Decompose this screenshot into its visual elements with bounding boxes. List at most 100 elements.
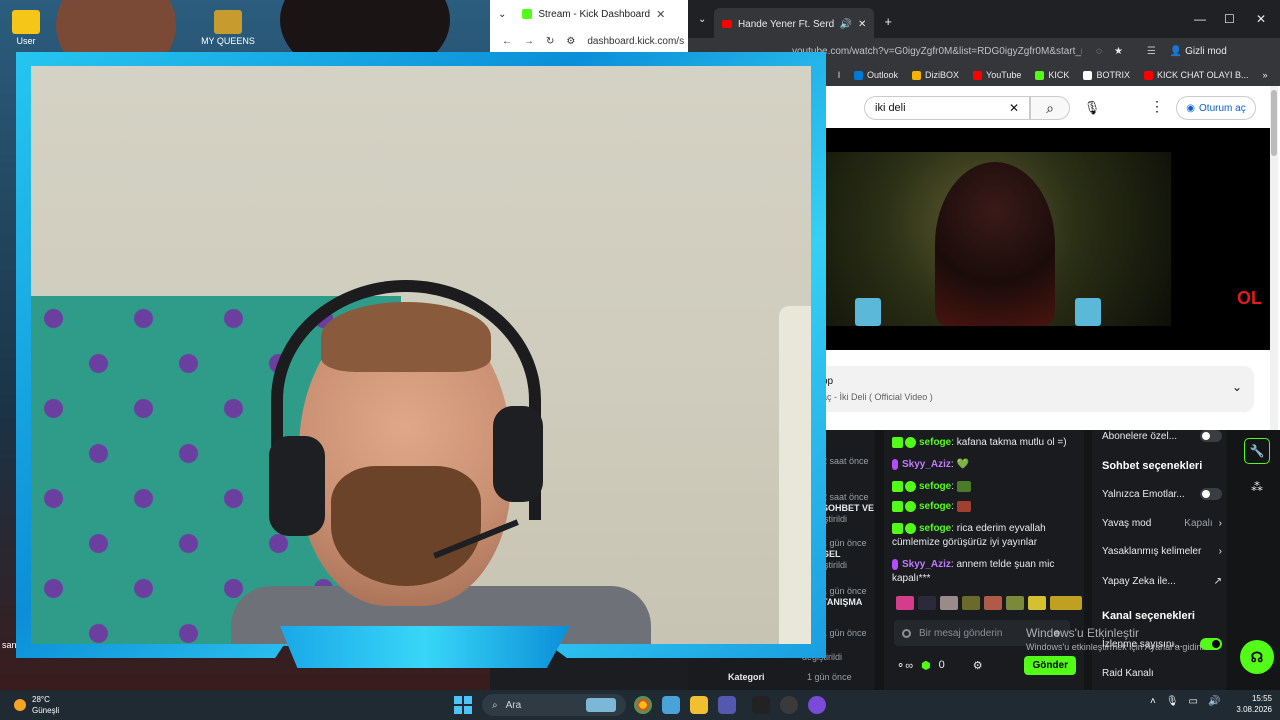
- emote-icon[interactable]: [940, 596, 958, 610]
- youtube-search-input[interactable]: iki deli ✕: [864, 96, 1030, 120]
- chat-username[interactable]: sefoge: [919, 523, 951, 534]
- tab-kick-dashboard[interactable]: Stream - Kick Dashboard ✕: [514, 0, 674, 28]
- chat-tools-icon[interactable]: ⚬∞: [896, 659, 913, 672]
- chat-username[interactable]: Skyy_Aziz: [902, 459, 951, 470]
- youtube-url[interactable]: youtube.com/watch?v=G0igyZgfr0M&list=RDG…: [792, 46, 1082, 57]
- taskbar-search[interactable]: ⌕ Ara: [482, 694, 626, 716]
- incognito-indicator[interactable]: 👤 Gizli mod: [1170, 46, 1227, 57]
- more-options-icon[interactable]: ⋮: [1150, 98, 1164, 115]
- video-prop: [855, 298, 881, 326]
- volume-icon[interactable]: 🔊: [1208, 696, 1220, 707]
- bookmark-item[interactable]: BOTRIX: [1083, 70, 1130, 80]
- chat-username[interactable]: Skyy_Aziz: [902, 559, 951, 570]
- new-tab-button[interactable]: +: [874, 0, 892, 29]
- chat-username[interactable]: sefoge: [919, 501, 951, 512]
- chat-placeholder: Bir mesaj gönderin: [919, 627, 1003, 639]
- banned-words-row[interactable]: Yasaklanmış kelimeler ›: [1102, 546, 1222, 557]
- clock-time: 15:55: [1251, 694, 1272, 703]
- video-frame: [825, 152, 1171, 326]
- support-chat-button[interactable]: ☊: [1240, 640, 1274, 674]
- emote-icon[interactable]: [962, 596, 980, 610]
- app-icon[interactable]: [808, 696, 826, 714]
- video-player[interactable]: OL: [825, 128, 1270, 350]
- emote-icon[interactable]: [1028, 596, 1046, 610]
- close-window-button[interactable]: ✕: [1256, 12, 1266, 26]
- headset-earcup: [269, 436, 325, 536]
- clock[interactable]: 15:55 3.08.2026: [1232, 693, 1272, 715]
- bookmark-item[interactable]: YouTube: [973, 70, 1021, 80]
- kick-url[interactable]: dashboard.kick.com/s: [587, 36, 684, 47]
- webcam-frame-decoration: [280, 626, 570, 668]
- chevron-up-icon[interactable]: ˄: [1150, 696, 1156, 707]
- bookmark-star-icon[interactable]: ★: [1114, 46, 1123, 57]
- clear-search-icon[interactable]: ✕: [1009, 101, 1019, 115]
- folder-icon: [12, 10, 40, 34]
- tab-list-icon[interactable]: ⌄: [688, 0, 714, 25]
- scrollbar-thumb[interactable]: [1271, 90, 1277, 156]
- emote-only-row[interactable]: Yalnızca Emotlar...: [1102, 488, 1222, 500]
- more-bookmarks-icon[interactable]: »: [1262, 70, 1267, 80]
- display-icon[interactable]: ▭: [1189, 696, 1198, 707]
- bookmark-item[interactable]: KICK CHAT OLAYI B...: [1143, 70, 1248, 80]
- emote-icon[interactable]: [984, 596, 1002, 610]
- chat-username[interactable]: sefoge: [919, 437, 951, 448]
- page-scrollbar[interactable]: [1270, 86, 1278, 430]
- start-button[interactable]: [454, 696, 472, 714]
- chat-message: sefoge:: [892, 500, 1078, 514]
- voice-search-button[interactable]: 🎙: [1080, 96, 1104, 120]
- chevron-down-icon[interactable]: ⌄: [1232, 380, 1242, 394]
- forward-icon[interactable]: →: [524, 36, 534, 47]
- bookmark-item[interactable]: Outlook: [854, 70, 898, 80]
- emote-only-toggle[interactable]: [1200, 488, 1222, 500]
- audio-playing-icon[interactable]: 🔊: [840, 19, 852, 30]
- search-icon: ⌕: [1046, 99, 1054, 116]
- slow-mode-row[interactable]: Yavaş mod Kapalı ›: [1102, 518, 1222, 529]
- sign-in-button[interactable]: ◉ Oturum aç: [1176, 96, 1256, 120]
- chrome-icon[interactable]: [634, 696, 652, 714]
- site-info-icon[interactable]: ⚙: [566, 36, 575, 47]
- subscriber-badge-icon: [892, 500, 903, 512]
- chat-message: sefoge:: [892, 480, 1078, 494]
- weather-widget[interactable]: 28°C Güneşli: [14, 694, 59, 716]
- bookmark-item[interactable]: l: [838, 70, 840, 80]
- emote-icon[interactable]: [896, 596, 914, 610]
- obs-icon[interactable]: [780, 696, 798, 714]
- ai-moderation-row[interactable]: Yapay Zeka ile... ↗: [1102, 576, 1222, 587]
- emote-icon[interactable]: [1050, 596, 1082, 610]
- send-button[interactable]: Gönder: [1024, 655, 1076, 675]
- microphone-icon[interactable]: 🎙: [1166, 696, 1179, 707]
- bookmark-label: l: [838, 70, 840, 80]
- microphone-icon: 🎙: [1083, 100, 1101, 115]
- maximize-button[interactable]: ☐: [1224, 12, 1235, 26]
- emote-icon[interactable]: [918, 596, 936, 610]
- bookmark-item[interactable]: DiziBOX: [912, 70, 959, 80]
- tab-youtube-video[interactable]: Hande Yener Ft. Serdar Orta 🔊 ✕: [714, 8, 875, 40]
- desktop-icon-my-queens[interactable]: MY QUEENS: [200, 10, 256, 46]
- back-icon[interactable]: ←: [502, 36, 512, 47]
- bookmark-item[interactable]: KICK: [1035, 70, 1069, 80]
- tracking-off-icon[interactable]: ◌: [1096, 46, 1102, 57]
- playlist-panel[interactable]: op aç - İki Deli ( Official Video ) ⌄: [818, 366, 1254, 412]
- gear-icon[interactable]: ⚙: [973, 659, 983, 672]
- tab-search-icon[interactable]: ☰: [1147, 46, 1156, 57]
- file-explorer-icon[interactable]: [690, 696, 708, 714]
- desktop-icon-user[interactable]: User: [0, 10, 54, 46]
- search-button[interactable]: ⌕: [1030, 96, 1070, 120]
- raid-channel-row[interactable]: Raid Kanalı: [1102, 668, 1222, 679]
- teams-icon[interactable]: [718, 696, 736, 714]
- subscriber-only-toggle[interactable]: [1200, 430, 1222, 442]
- chat-username[interactable]: sefoge: [919, 481, 951, 492]
- emote-icon[interactable]: [1006, 596, 1024, 610]
- bookmark-label: YouTube: [986, 70, 1022, 80]
- reload-icon[interactable]: ↻: [546, 36, 554, 47]
- close-tab-icon[interactable]: ✕: [858, 19, 866, 30]
- media-icon[interactable]: [662, 696, 680, 714]
- close-tab-icon[interactable]: ✕: [656, 8, 665, 21]
- desktop-icon-label: MY QUEENS: [201, 36, 255, 46]
- apps-icon[interactable]: ⁂: [1244, 474, 1270, 500]
- minimize-button[interactable]: —: [1194, 12, 1206, 26]
- subscriber-only-row[interactable]: Abonelere özel...: [1102, 430, 1222, 442]
- wrench-icon[interactable]: 🔧: [1244, 438, 1270, 464]
- epic-games-icon[interactable]: [752, 696, 770, 714]
- tab-list-icon[interactable]: ⌄: [490, 9, 514, 20]
